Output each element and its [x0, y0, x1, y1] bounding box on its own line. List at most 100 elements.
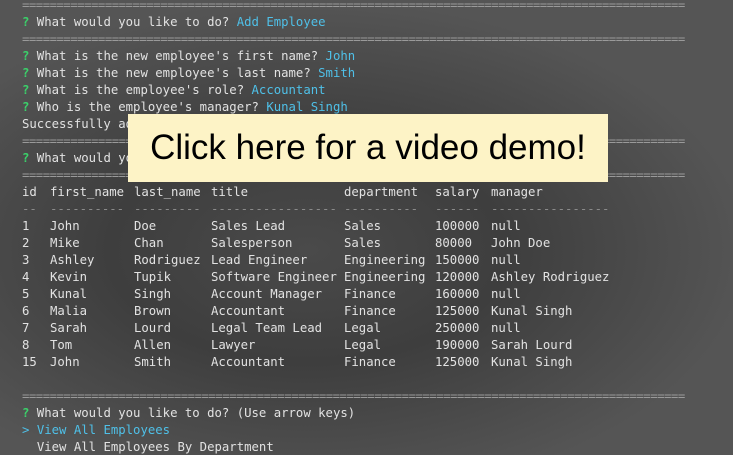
table-cell: Account Manager: [211, 287, 323, 301]
table-cell: null: [491, 219, 521, 233]
table-cell: Lead Engineer: [211, 253, 308, 267]
prompt-answer: Add Employee: [236, 15, 326, 29]
table-cell: 100000: [435, 219, 480, 233]
table-row: 6 Malia Brown Accountant Finance 125000 Kunal …: [22, 303, 572, 320]
table-cell: Tom: [50, 338, 73, 352]
table-cell: 160000: [435, 287, 480, 301]
table-cell: Doe: [134, 219, 157, 233]
prompt-answer: Accountant: [251, 83, 326, 97]
table-cell: 125000: [435, 304, 480, 318]
prompt-answer: Smith: [318, 66, 356, 80]
terminal-window: ========================================…: [0, 0, 733, 455]
video-demo-banner[interactable]: Click here for a video demo!: [128, 114, 608, 182]
menu-item-view-by-department[interactable]: View All Employees By Department: [22, 439, 722, 455]
table-cell: Brown: [134, 304, 172, 318]
menu-item-marker: [22, 440, 37, 454]
column-divider: ----------: [344, 202, 419, 216]
table-cell: Chan: [134, 236, 164, 250]
table-header-row: id first_name last_name title department…: [22, 184, 543, 201]
table-cell: Engineering: [344, 253, 426, 267]
column-divider: ----------: [50, 202, 125, 216]
table-cell: Sales: [344, 219, 382, 233]
table-cell: Kunal Singh: [491, 355, 573, 369]
column-header: id: [22, 185, 37, 199]
table-cell: Malia: [50, 304, 88, 318]
menu-item-view-all-employees[interactable]: > View All Employees: [22, 422, 722, 439]
table-cell: 4: [22, 270, 30, 284]
prompt-last-name: ? What is the new employee's last name? …: [22, 65, 722, 82]
table-row: 4 Kevin Tupik Software Engineer Engineering 1…: [22, 269, 609, 286]
table-cell: 6: [22, 304, 30, 318]
table-cell: Sarah: [50, 321, 88, 335]
menu-item-label: View All Employees: [36, 423, 171, 437]
table-row: 3 Ashley Rodriguez Lead Engineer Engineering…: [22, 252, 521, 269]
table-cell: 5: [22, 287, 30, 301]
table-cell: John: [50, 355, 80, 369]
table-cell: 190000: [435, 338, 480, 352]
table-row: 7 Sarah Lourd Legal Team Lead Legal 250000 nul…: [22, 320, 521, 337]
table-divider-row: -- ---------- --------- ----------------…: [22, 201, 609, 218]
table-cell: Accountant: [211, 355, 286, 369]
table-row: 5 Kunal Singh Account Manager Finance 160000 n…: [22, 286, 521, 303]
table-cell: Kunal: [50, 287, 88, 301]
column-divider: ---------: [134, 202, 201, 216]
column-header: first_name: [50, 185, 125, 199]
bottom-prompt: ========================================…: [22, 388, 722, 455]
table-cell: John: [50, 219, 80, 233]
column-divider: ------: [435, 202, 480, 216]
column-header: department: [344, 185, 419, 199]
table-cell: null: [491, 287, 521, 301]
table-cell: Tupik: [134, 270, 172, 284]
selection-pointer-icon: >: [22, 423, 37, 437]
prompt-text: What is the new employee's first name?: [29, 49, 326, 63]
table-cell: Allen: [134, 338, 172, 352]
prompt-action-3: ? What would you like to do? (Use arrow …: [22, 405, 722, 422]
table-cell: Engineering: [344, 270, 426, 284]
prompt-first-name: ? What is the new employee's first name?…: [22, 48, 722, 65]
table-cell: 3: [22, 253, 30, 267]
prompt-text: What would you like to do?: [29, 15, 237, 29]
table-cell: Legal: [344, 321, 382, 335]
table-cell: 7: [22, 321, 30, 335]
table-cell: Finance: [344, 355, 396, 369]
prompt-action: ? What would you like to do? Add Employe…: [22, 14, 722, 31]
menu-item-label: View All Employees By Department: [36, 440, 274, 454]
column-header: manager: [491, 185, 543, 199]
table-cell: 125000: [435, 355, 480, 369]
table-cell: Ashley Rodriguez: [491, 270, 610, 284]
table-cell: Kunal Singh: [491, 304, 573, 318]
table-cell: Salesperson: [211, 236, 293, 250]
table-cell: Finance: [344, 287, 396, 301]
table-cell: null: [491, 321, 521, 335]
table-cell: Kevin: [50, 270, 88, 284]
table-row: 2 Mike Chan Salesperson Sales 80000 John Doe: [22, 235, 550, 252]
table-cell: Finance: [344, 304, 396, 318]
table-cell: 80000: [435, 236, 473, 250]
table-cell: Rodriguez: [134, 253, 201, 267]
prompt-role: ? What is the employee's role? Accountan…: [22, 82, 722, 99]
table-cell: 8: [22, 338, 30, 352]
table-cell: 250000: [435, 321, 480, 335]
table-cell: null: [491, 253, 521, 267]
table-row: 8 Tom Allen Lawyer Legal 190000 Sarah Lourd: [22, 337, 572, 354]
table-cell: Singh: [134, 287, 172, 301]
table-cell: Legal Team Lead: [211, 321, 323, 335]
table-cell: Sales: [344, 236, 382, 250]
table-row: 1 John Doe Sales Lead Sales 100000 null: [22, 218, 521, 235]
prompt-text: What is the new employee's last name?: [29, 66, 319, 80]
table-cell: Software Engineer: [211, 270, 337, 284]
table-cell: 1: [22, 219, 30, 233]
table-cell: Lawyer: [211, 338, 256, 352]
column-divider: --: [22, 202, 37, 216]
table-cell: Sarah Lourd: [491, 338, 573, 352]
table-cell: Accountant: [211, 304, 286, 318]
prompt-answer: John: [325, 49, 356, 63]
table-row: 15 John Smith Accountant Finance 125000 Kunal …: [22, 354, 572, 371]
separator: ========================================…: [22, 0, 685, 12]
column-divider: ----------------: [491, 202, 610, 216]
table-cell: 150000: [435, 253, 480, 267]
table-cell: 15: [22, 355, 37, 369]
table-body: 1 John Doe Sales Lead Sales 100000 null 2 Mike Ch…: [22, 218, 609, 371]
column-header: title: [211, 185, 249, 199]
table-cell: Lourd: [134, 321, 172, 335]
